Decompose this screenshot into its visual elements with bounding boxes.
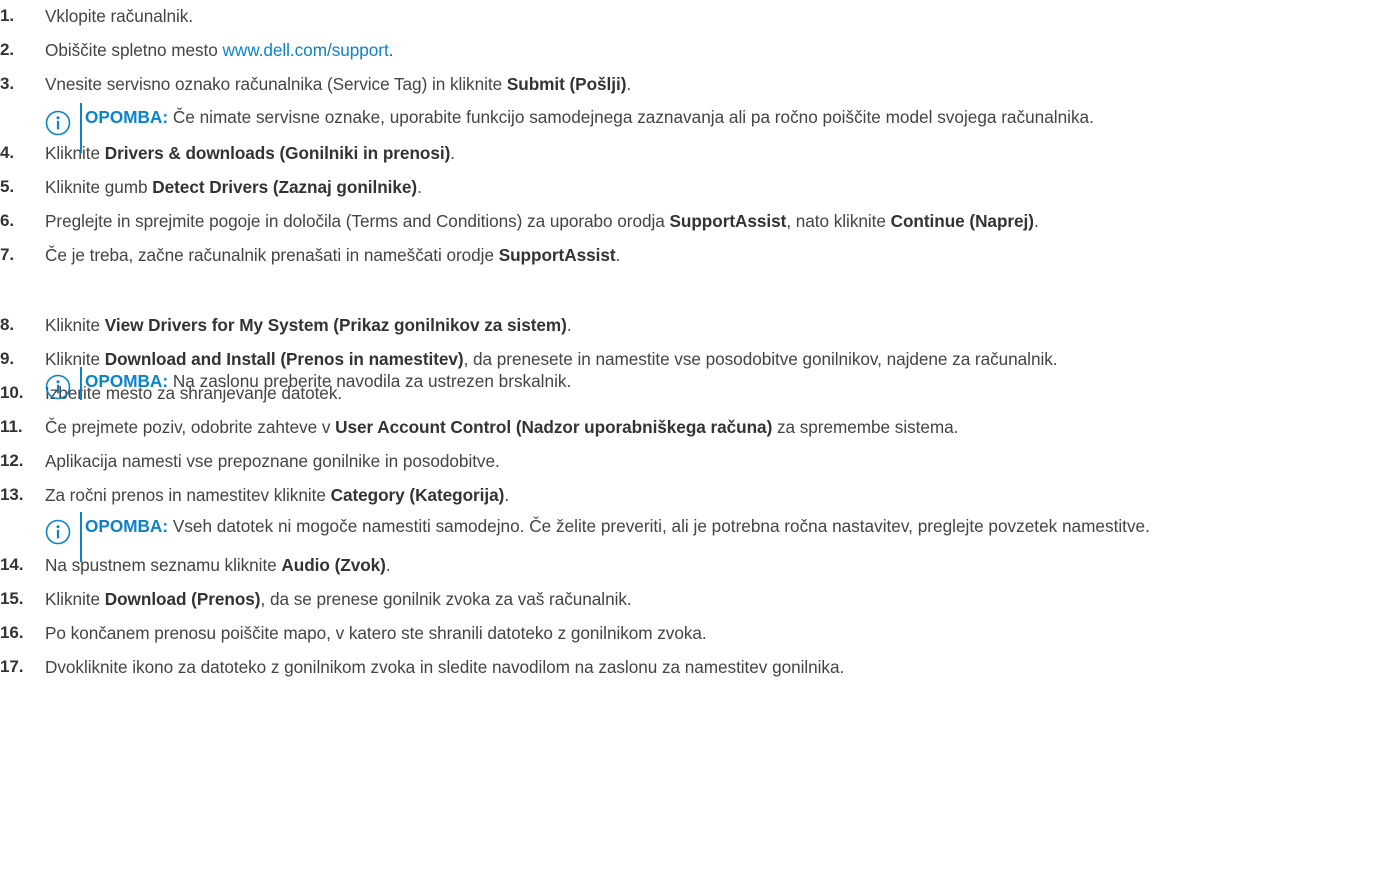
note-label: OPOMBA: xyxy=(85,516,169,536)
note-body: Vseh datotek ni mogoče namestiti samodej… xyxy=(172,516,1150,536)
list-item: 5. Kliknite gumb Detect Drivers (Zaznaj g… xyxy=(0,176,422,198)
step-text-run: , da prenesete in namestite vse posodobi… xyxy=(463,348,1058,369)
info-icon xyxy=(45,374,71,400)
step-text-run: Kliknite xyxy=(45,588,105,609)
note-label: OPOMBA: xyxy=(85,371,169,391)
step-text: Kliknite View Drivers for My System (Pri… xyxy=(45,315,572,336)
step-text-run: Po končanem prenosu poiščite mapo, v kat… xyxy=(45,622,707,643)
step-number: 11. xyxy=(0,417,23,436)
note-text: OPOMBA: Če nimate servisne oznake, upora… xyxy=(85,103,1355,131)
step-text: Vnesite servisno oznako računalnika (Ser… xyxy=(45,74,631,95)
ui-term: Submit (Pošlji) xyxy=(506,73,627,94)
step-text-run: Aplikacija namesti vse prepoznane goniln… xyxy=(45,450,500,471)
step-text-run: . xyxy=(626,73,632,94)
step-text: Če prejmete poziv, odobrite zahteve v Us… xyxy=(45,417,958,438)
step-text-run: Če prejmete poziv, odobrite zahteve v xyxy=(45,416,336,437)
step-text-run: Vklopite računalnik. xyxy=(45,5,194,26)
step-number: 5. xyxy=(0,177,15,196)
step-text-run: Vnesite servisno oznako računalnika (Ser… xyxy=(45,73,507,94)
step-text-run: . xyxy=(417,176,422,197)
note-divider xyxy=(80,367,82,400)
ui-term: View Drivers for My System (Prikaz gonil… xyxy=(104,314,567,335)
list-item: 11. Če prejmete poziv, odobrite zahteve v… xyxy=(0,416,958,438)
note-body: Če nimate servisne oznake, uporabite fun… xyxy=(172,107,1094,127)
list-item: 6. Preglejte in sprejmite pogoje in določ… xyxy=(0,210,1039,232)
step-text: Kliknite gumb Detect Drivers (Zaznaj gon… xyxy=(45,177,422,198)
step-number: 17. xyxy=(0,657,24,676)
step-text-run: Če je treba, začne računalnik prenašati … xyxy=(45,244,499,265)
note-text: OPOMBA: Na zaslonu preberite navodila za… xyxy=(85,367,1355,395)
step-text-run: Preglejte in sprejmite pogoje in določil… xyxy=(45,210,670,231)
info-icon xyxy=(45,110,71,136)
ui-term: Detect Drivers (Zaznaj gonilnike) xyxy=(152,176,418,197)
step-text-run: Kliknite xyxy=(45,348,105,369)
list-item: 16. Po končanem prenosu poiščite mapo, v … xyxy=(0,622,707,644)
ui-term: SupportAssist xyxy=(669,210,787,231)
step-number: 8. xyxy=(0,315,15,334)
step-number: 1. xyxy=(0,6,15,25)
step-text-run: . xyxy=(615,244,621,265)
note-text: OPOMBA: Vseh datotek ni mogoče namestiti… xyxy=(85,512,1355,540)
list-item: 3. Vnesite servisno oznako računalnika (S… xyxy=(0,73,631,95)
ui-term: SupportAssist xyxy=(498,244,616,265)
step-number: 9. xyxy=(0,349,15,368)
list-item: 17. Dvokliknite ikono za datoteko z gonil… xyxy=(0,656,844,678)
support-link[interactable]: www.dell.com/support xyxy=(223,40,389,60)
step-text: Preglejte in sprejmite pogoje in določil… xyxy=(45,211,1039,232)
step-text: Vklopite računalnik. xyxy=(45,6,193,27)
ui-term: Download (Prenos) xyxy=(104,588,261,609)
step-number: 4. xyxy=(0,143,15,162)
info-icon xyxy=(45,519,71,545)
step-text: Če je treba, začne računalnik prenašati … xyxy=(45,245,620,266)
step-number: 10. xyxy=(0,383,24,402)
step-number: 13. xyxy=(0,485,24,504)
ui-term: Continue (Naprej) xyxy=(890,210,1034,231)
step-text-run: Kliknite xyxy=(45,314,105,335)
list-item: 7. Če je treba, začne računalnik prenašat… xyxy=(0,244,620,266)
step-number: 7. xyxy=(0,245,15,264)
list-item: 13. Za ročni prenos in namestitev kliknit… xyxy=(0,484,509,506)
step-text: Dvokliknite ikono za datoteko z gonilnik… xyxy=(45,657,844,678)
ui-term: Category (Kategorija) xyxy=(330,484,505,505)
step-text-run: . xyxy=(504,484,510,505)
note-callout: OPOMBA: Če nimate servisne oznake, upora… xyxy=(45,103,1365,157)
note-divider xyxy=(80,512,82,562)
step-text-run: , nato kliknite xyxy=(786,210,891,231)
step-text-run: . xyxy=(566,314,572,335)
list-item: 2. Obiščite spletno mesto www.dell.com/su… xyxy=(0,39,393,61)
step-text: Za ročni prenos in namestitev kliknite C… xyxy=(45,485,509,506)
step-number: 16. xyxy=(0,623,24,642)
step-text: Po končanem prenosu poiščite mapo, v kat… xyxy=(45,623,707,644)
step-text-run: , da se prenese gonilnik zvoka za vaš ra… xyxy=(260,588,632,609)
note-callout: OPOMBA: Na zaslonu preberite navodila za… xyxy=(45,367,1365,404)
step-text: Obiščite spletno mesto www.dell.com/supp… xyxy=(45,40,393,61)
step-text-run: Kliknite gumb xyxy=(45,176,153,197)
step-text-run: Obiščite spletno mesto xyxy=(45,39,223,60)
ui-term: Download and Install (Prenos in namestit… xyxy=(104,348,464,369)
step-number: 12. xyxy=(0,451,24,470)
step-number: 15. xyxy=(0,589,24,608)
note-callout: OPOMBA: Vseh datotek ni mogoče namestiti… xyxy=(45,512,1365,566)
step-text: Kliknite Download (Prenos), da se prenes… xyxy=(45,589,632,610)
note-label: OPOMBA: xyxy=(85,107,169,127)
step-text-run: za spremembe sistema. xyxy=(772,416,959,437)
note-body: Na zaslonu preberite navodila za ustreze… xyxy=(172,371,572,391)
list-item: 8. Kliknite View Drivers for My System (P… xyxy=(0,314,572,336)
step-text-run: Dvokliknite ikono za datoteko z gonilnik… xyxy=(45,656,845,677)
step-number: 3. xyxy=(0,74,15,93)
list-item: 1. Vklopite računalnik. xyxy=(0,5,193,27)
step-text: Aplikacija namesti vse prepoznane goniln… xyxy=(45,451,500,472)
note-divider xyxy=(80,103,82,153)
step-text-run: . xyxy=(1033,210,1039,231)
list-item: 12. Aplikacija namesti vse prepoznane gon… xyxy=(0,450,500,472)
ui-term: User Account Control (Nadzor uporabniške… xyxy=(335,416,773,437)
step-number: 6. xyxy=(0,211,15,230)
step-text-run: . xyxy=(388,39,394,60)
step-number: 14. xyxy=(0,555,24,574)
step-text-run: Za ročni prenos in namestitev kliknite xyxy=(45,484,331,505)
step-number: 2. xyxy=(0,40,15,59)
list-item: 15. Kliknite Download (Prenos), da se pre… xyxy=(0,588,632,610)
